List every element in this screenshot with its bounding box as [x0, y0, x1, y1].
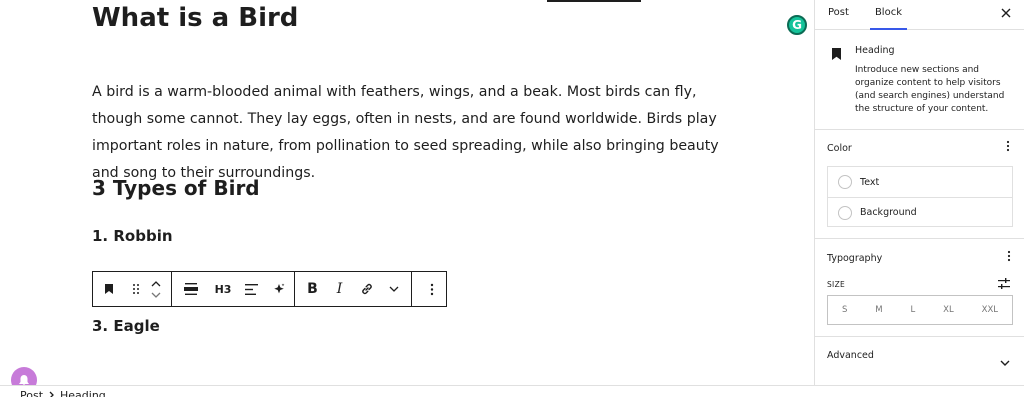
options-controls: [412, 272, 451, 306]
text-align-icon[interactable]: [238, 272, 265, 306]
italic-button[interactable]: I: [326, 272, 353, 306]
size-option-xl[interactable]: XL: [943, 305, 954, 315]
breadcrumb-item-post[interactable]: Post: [20, 389, 43, 397]
size-option-s[interactable]: S: [842, 305, 847, 315]
divider: [815, 238, 1024, 239]
heading-controls: H3: [172, 272, 295, 306]
size-option-l[interactable]: L: [911, 305, 916, 315]
align-wide-icon[interactable]: [174, 272, 208, 306]
block-card-description: Introduce new sections and organize cont…: [855, 65, 1005, 114]
size-label: SIZE: [827, 280, 846, 289]
chevron-right-icon: [49, 389, 54, 397]
chevron-down-icon[interactable]: [151, 289, 161, 300]
custom-size-adjust-icon[interactable]: [998, 274, 1010, 293]
color-options-kebab-icon[interactable]: [1006, 140, 1010, 156]
close-icon[interactable]: [1001, 6, 1011, 22]
link-icon[interactable]: [353, 272, 380, 306]
more-formats-chevron-down-icon[interactable]: [380, 272, 407, 306]
advanced-panel-title: Advanced: [827, 350, 874, 361]
size-option-xxl[interactable]: XXL: [982, 305, 998, 315]
block-mover: [147, 272, 165, 306]
tab-post[interactable]: Post: [815, 0, 862, 30]
tab-block[interactable]: Block: [862, 0, 915, 30]
color-text-item[interactable]: Text: [828, 167, 1012, 197]
color-panel-header[interactable]: Color: [815, 130, 1024, 164]
bookmark-icon: [831, 45, 842, 64]
block-card: Heading Introduce new sections and organ…: [815, 30, 1024, 130]
block-controls: [93, 272, 172, 306]
post-title[interactable]: What is a Bird: [92, 2, 298, 34]
color-panel-title: Color: [827, 143, 852, 154]
color-text-label: Text: [860, 176, 880, 188]
heading-eagle[interactable]: 3. Eagle: [92, 316, 160, 336]
grammarly-icon[interactable]: G: [787, 15, 807, 35]
background-color-swatch-icon: [838, 205, 852, 220]
paragraph-block[interactable]: A bird is a warm-blooded animal with fea…: [92, 79, 732, 187]
kebab-menu-icon[interactable]: [418, 272, 445, 306]
format-controls: B I: [295, 272, 412, 306]
font-size-picker: S M L XL XXL: [827, 295, 1013, 325]
drag-handle-icon[interactable]: [125, 272, 147, 306]
typography-options-kebab-icon[interactable]: [1007, 250, 1011, 266]
typography-panel-title: Typography: [827, 253, 883, 264]
size-option-m[interactable]: M: [875, 305, 882, 315]
text-color-swatch-icon: [838, 175, 852, 189]
color-background-item[interactable]: Background: [828, 197, 1012, 227]
chevron-up-icon[interactable]: [151, 278, 161, 289]
heading-level-button[interactable]: H3: [208, 272, 238, 306]
heading-types[interactable]: 3 Types of Bird: [92, 175, 260, 201]
color-settings: Text Background: [827, 166, 1013, 227]
chevron-down-icon[interactable]: [1000, 351, 1010, 370]
typography-panel-header[interactable]: Typography: [815, 240, 1024, 274]
settings-sidebar: Post Block Heading Introduce new section…: [814, 0, 1024, 385]
sparkle-icon[interactable]: [265, 272, 292, 306]
breadcrumb: Post Heading: [20, 389, 106, 397]
breadcrumb-item-heading[interactable]: Heading: [60, 389, 106, 397]
block-card-title: Heading: [855, 45, 895, 56]
color-background-label: Background: [860, 207, 917, 218]
toolbar-edge: [547, 0, 641, 2]
block-toolbar: H3 B I: [92, 271, 447, 307]
editor-canvas: What is a Bird A bird is a warm-blooded …: [0, 0, 814, 385]
editor-footer: Post Heading: [0, 385, 1024, 397]
notification-bell-icon[interactable]: [11, 367, 37, 385]
advanced-panel-header[interactable]: Advanced: [815, 337, 1024, 371]
sidebar-tabs: Post Block: [815, 0, 1024, 30]
bookmark-icon[interactable]: [93, 272, 125, 306]
heading-robbin[interactable]: 1. Robbin: [92, 226, 173, 246]
bold-button[interactable]: B: [299, 272, 326, 306]
